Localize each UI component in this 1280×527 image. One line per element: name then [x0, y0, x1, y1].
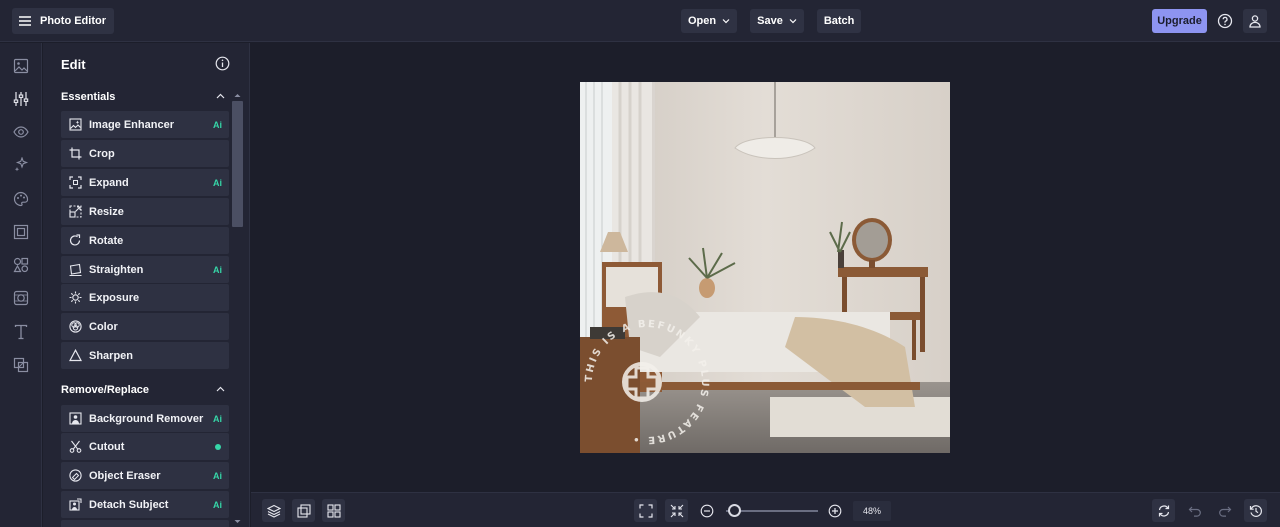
tool-label: Resize [89, 205, 124, 218]
frame-icon[interactable] [11, 222, 31, 242]
tool-expand[interactable]: Expand Ai [61, 169, 229, 196]
help-icon[interactable] [1213, 9, 1237, 33]
ai-badge: Ai [213, 177, 222, 188]
history-icon[interactable] [1244, 499, 1267, 522]
sliders-icon[interactable] [11, 89, 31, 109]
tool-image-enhancer[interactable]: Image Enhancer Ai [61, 111, 229, 138]
tool-color[interactable]: Color [61, 313, 229, 340]
compare-icon[interactable] [292, 499, 315, 522]
ai-badge: Ai [213, 119, 222, 130]
actual-size-icon[interactable] [665, 499, 688, 522]
resize-icon [61, 205, 89, 218]
palette-icon[interactable] [11, 189, 31, 209]
save-button[interactable]: Save [750, 9, 804, 33]
expand-icon [61, 176, 89, 189]
tool-label: Straighten [89, 263, 144, 276]
zoom-slider-handle[interactable] [727, 504, 741, 517]
chevron-up-icon[interactable] [216, 386, 225, 393]
scissors-icon [61, 440, 89, 453]
top-bar: Photo Editor Open Save Batch Upgrade [0, 0, 1280, 42]
batch-label: Batch [823, 15, 855, 27]
section-essentials-title[interactable]: Essentials [61, 91, 115, 103]
sparkle-icon[interactable] [11, 155, 31, 175]
tool-rotate[interactable]: Rotate [61, 227, 229, 254]
tool-label: Sharpen [89, 349, 134, 362]
rotate-icon [61, 234, 89, 247]
save-label: Save [757, 15, 783, 27]
layers-icon[interactable] [262, 499, 285, 522]
upgrade-button[interactable]: Upgrade [1152, 9, 1207, 33]
tool-label: Cutout [89, 440, 125, 453]
grid-icon[interactable] [322, 499, 345, 522]
account-icon[interactable] [1243, 9, 1267, 33]
sharpen-icon [61, 349, 89, 362]
chevron-down-icon [789, 18, 797, 24]
tool-straighten[interactable]: Straighten Ai [61, 256, 229, 283]
image-enhance-icon [61, 118, 89, 131]
tool-cutout[interactable]: Cutout [61, 433, 229, 460]
tool-label: Rotate [89, 234, 124, 247]
zoom-level-input[interactable]: 48% [853, 501, 891, 521]
ai-badge: Ai [213, 264, 222, 275]
panel-title: Edit [61, 57, 86, 72]
fit-screen-icon[interactable] [634, 499, 657, 522]
tool-next-partial[interactable] [61, 520, 229, 527]
scrollbar-thumb[interactable] [232, 101, 243, 227]
tool-detach-subject[interactable]: Detach Subject Ai [61, 491, 229, 518]
open-label: Open [688, 15, 717, 27]
texture-icon[interactable] [11, 288, 31, 308]
tool-label: Background Remover [89, 412, 204, 425]
sync-icon[interactable] [1152, 499, 1175, 522]
graphics-icon[interactable] [11, 255, 31, 275]
tool-label: Object Eraser [89, 469, 161, 482]
undo-icon[interactable] [1183, 499, 1206, 522]
ai-badge: Ai [213, 470, 222, 481]
object-eraser-icon [61, 469, 89, 482]
info-icon[interactable] [215, 56, 230, 71]
redo-icon[interactable] [1213, 499, 1236, 522]
tool-resize[interactable]: Resize [61, 198, 229, 225]
tool-label: Exposure [89, 291, 140, 304]
edit-panel: Edit Essentials Image Enhancer Ai Crop E… [43, 43, 250, 527]
tool-object-eraser[interactable]: Object Eraser Ai [61, 462, 229, 489]
eye-icon[interactable] [11, 122, 31, 142]
canvas-area: THIS IS A BEFUNKY PLUS FEATURE • [251, 43, 1280, 492]
tool-label: Color [89, 320, 118, 333]
file-menu: Open Save Batch [681, 9, 862, 33]
zoom-out-icon[interactable] [695, 499, 718, 522]
bottom-bar: 48% [251, 492, 1280, 527]
ai-badge: Ai [213, 499, 222, 510]
detach-subject-icon [61, 498, 89, 511]
tool-label: Expand [89, 176, 129, 189]
chevron-up-icon[interactable] [216, 93, 225, 100]
background-remover-icon [61, 412, 89, 425]
overlay-icon[interactable] [11, 355, 31, 375]
app-title: Photo Editor [40, 15, 106, 27]
tool-exposure[interactable]: Exposure [61, 284, 229, 311]
hamburger-icon [18, 15, 32, 27]
exposure-icon [61, 291, 89, 304]
chevron-down-icon [722, 18, 730, 24]
tool-sharpen[interactable]: Sharpen [61, 342, 229, 369]
open-button[interactable]: Open [681, 9, 738, 33]
ai-badge: Ai [213, 413, 222, 424]
app-menu-button[interactable]: Photo Editor [12, 8, 114, 34]
tool-background-remover[interactable]: Background Remover Ai [61, 405, 229, 432]
color-icon [61, 320, 89, 333]
photo-image[interactable]: THIS IS A BEFUNKY PLUS FEATURE • [580, 82, 950, 453]
tool-label: Crop [89, 147, 115, 160]
straighten-icon [61, 263, 89, 276]
zoom-in-icon[interactable] [823, 499, 846, 522]
crop-icon [61, 147, 89, 160]
tool-label: Image Enhancer [89, 118, 174, 131]
section-remove-replace-title[interactable]: Remove/Replace [61, 384, 149, 396]
tool-crop[interactable]: Crop [61, 140, 229, 167]
tool-label: Detach Subject [89, 498, 169, 511]
batch-button[interactable]: Batch [816, 9, 862, 33]
text-icon[interactable] [11, 322, 31, 342]
tool-rail [0, 43, 42, 527]
status-dot [215, 443, 221, 450]
image-icon[interactable] [11, 56, 31, 76]
